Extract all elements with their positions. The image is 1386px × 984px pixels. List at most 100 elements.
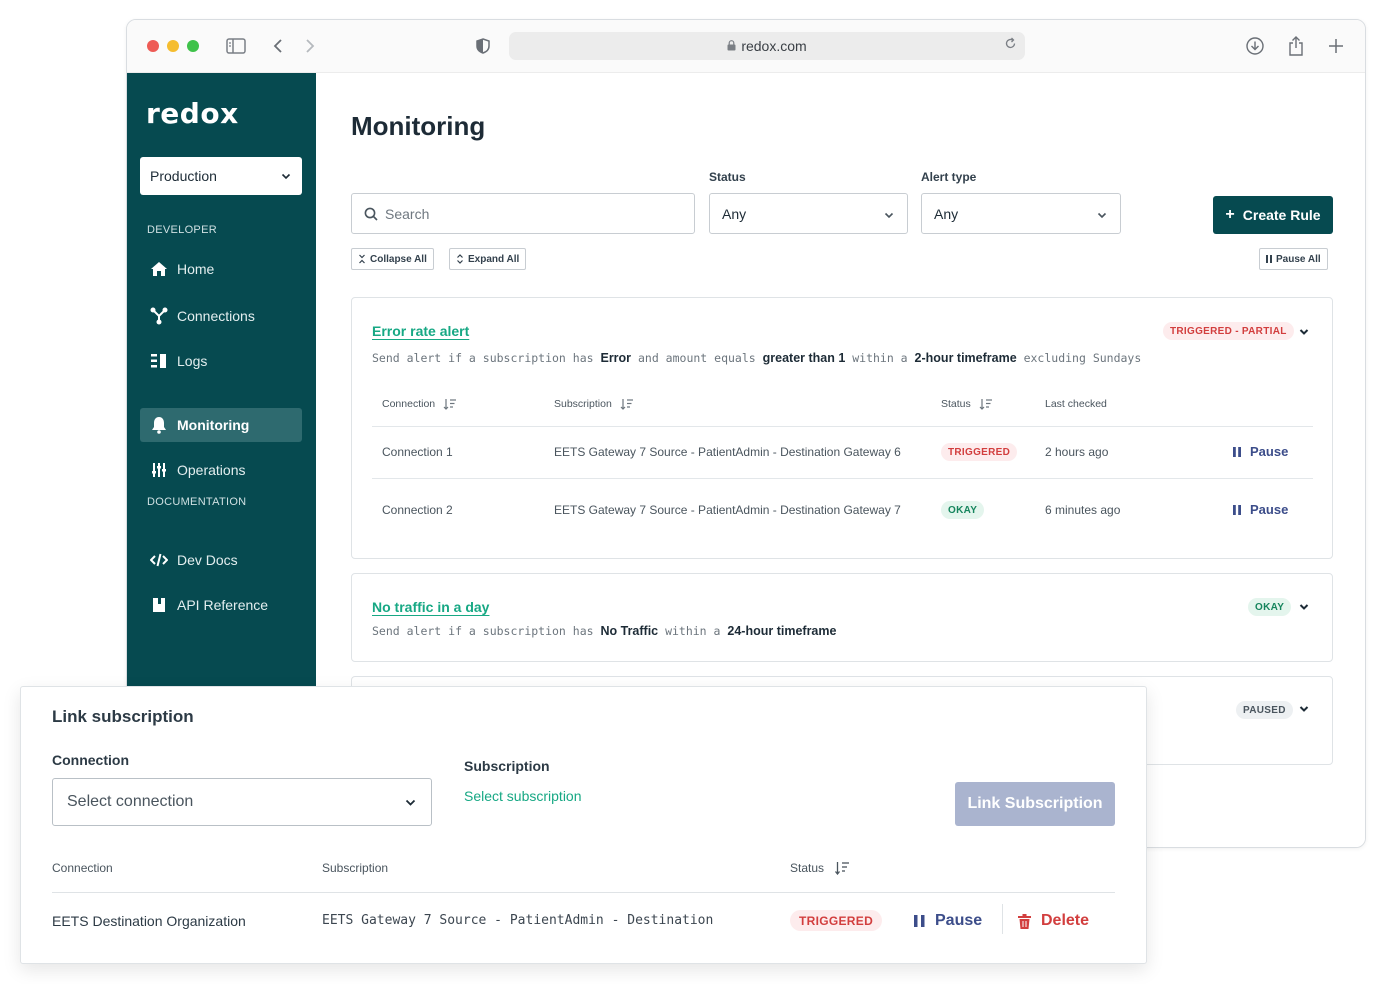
row-connection: Connection 1	[382, 445, 453, 459]
collapse-all-button[interactable]: Collapse All	[351, 248, 434, 270]
expand-icon	[456, 254, 464, 264]
status-filter-label: Status	[709, 170, 746, 184]
connection-select-placeholder: Select connection	[67, 793, 194, 810]
sidebar-item-label: Home	[177, 261, 215, 277]
chevron-down-icon	[280, 169, 292, 185]
pause-icon	[914, 915, 925, 927]
code-icon	[150, 551, 168, 569]
connections-icon	[150, 307, 168, 325]
pause-all-label: Pause All	[1276, 253, 1321, 265]
expand-all-button[interactable]: Expand All	[449, 248, 527, 270]
alert-type-filter-label: Alert type	[921, 170, 977, 184]
status-filter-select[interactable]: Any	[709, 193, 908, 234]
table-divider	[372, 478, 1313, 479]
status-badge: OKAY	[1248, 598, 1292, 616]
plus-icon: +	[1225, 206, 1235, 223]
link-subscription-panel: Link subscription Connection Select conn…	[20, 686, 1147, 964]
close-window-button[interactable]	[147, 40, 159, 52]
address-bar[interactable]: redox.com	[509, 32, 1025, 60]
chevron-down-icon	[1096, 208, 1108, 224]
chevron-down-icon[interactable]	[1298, 325, 1310, 343]
back-icon[interactable]	[270, 34, 286, 58]
sidebar-item-label: API Reference	[177, 597, 269, 613]
alert-type-filter-select[interactable]: Any	[921, 193, 1121, 234]
reload-icon[interactable]	[1004, 37, 1017, 53]
connection-select[interactable]: Select connection	[52, 778, 432, 826]
status-filter-value: Any	[722, 205, 747, 222]
sidebar-item-home[interactable]: Home	[140, 252, 302, 286]
download-icon[interactable]	[1245, 34, 1265, 58]
expand-all-label: Expand All	[468, 253, 520, 265]
sidebar-item-logs[interactable]: Logs	[140, 344, 302, 378]
pause-button[interactable]: Pause	[914, 912, 982, 930]
status-badge: TRIGGERED	[941, 443, 1018, 461]
link-subscription-button[interactable]: Link Subscription	[955, 782, 1115, 826]
sidebar-item-label: Operations	[177, 462, 246, 478]
row-subscription: EETS Gateway 7 Source - PatientAdmin - D…	[554, 503, 901, 517]
panel-title: Link subscription	[52, 707, 194, 726]
pause-button[interactable]: Pause	[1233, 444, 1288, 459]
sort-icon	[443, 398, 457, 410]
chevron-down-icon[interactable]	[1298, 702, 1310, 720]
subscription-field-label: Subscription	[464, 758, 550, 774]
logs-icon	[150, 352, 168, 370]
create-rule-label: Create Rule	[1242, 207, 1321, 223]
select-subscription-link[interactable]: Select subscription	[464, 788, 582, 804]
column-header-status[interactable]: Status	[941, 398, 993, 410]
sidebar-toggle-icon[interactable]	[225, 34, 247, 58]
pause-icon	[1233, 504, 1241, 515]
collapse-icon	[358, 254, 366, 264]
rule-title[interactable]: No traffic in a day	[372, 599, 489, 615]
column-header-subscription[interactable]: Subscription	[554, 398, 634, 410]
bell-icon	[150, 416, 168, 434]
home-icon	[150, 260, 168, 278]
documentation-section-label: DOCUMENTATION	[147, 496, 247, 508]
redox-logo[interactable]: redox	[146, 97, 239, 130]
sidebar-item-monitoring[interactable]: Monitoring	[140, 408, 302, 442]
new-tab-icon[interactable]	[1327, 34, 1345, 58]
sidebar-item-dev-docs[interactable]: Dev Docs	[140, 543, 302, 577]
sidebar-item-connections[interactable]: Connections	[140, 299, 302, 333]
sidebar-item-operations[interactable]: Operations	[140, 453, 302, 487]
connection-field-label: Connection	[52, 752, 129, 768]
row-connection: EETS Destination Organization	[52, 913, 246, 929]
search-input[interactable]: Search	[351, 193, 695, 234]
share-icon[interactable]	[1287, 34, 1305, 58]
column-header-connection: Connection	[52, 861, 113, 875]
status-badge: OKAY	[941, 501, 985, 519]
browser-toolbar: redox.com	[127, 20, 1365, 73]
sidebar-item-label: Logs	[177, 353, 208, 369]
url-text: redox.com	[741, 38, 807, 54]
row-subscription: EETS Gateway 7 Source - PatientAdmin - D…	[554, 445, 901, 459]
pause-icon	[1266, 255, 1272, 263]
lock-icon	[727, 38, 736, 54]
pause-button[interactable]: Pause	[1233, 502, 1288, 517]
shield-icon[interactable]	[474, 34, 492, 58]
pause-icon	[1233, 446, 1241, 457]
environment-value: Production	[150, 168, 217, 184]
chevron-down-icon[interactable]	[1298, 600, 1310, 618]
column-header-subscription: Subscription	[322, 861, 389, 875]
maximize-window-button[interactable]	[187, 40, 199, 52]
forward-icon[interactable]	[302, 34, 318, 58]
delete-button[interactable]: Delete	[1018, 912, 1089, 930]
create-rule-button[interactable]: + Create Rule	[1213, 196, 1333, 234]
status-badge: TRIGGERED	[790, 910, 883, 931]
rule-card-error-rate: Error rate alert TRIGGERED - PARTIAL Sen…	[351, 297, 1333, 559]
sort-icon	[620, 398, 634, 410]
sidebar-item-api-reference[interactable]: API Reference	[140, 588, 302, 622]
environment-select[interactable]: Production	[140, 157, 302, 195]
trash-icon	[1018, 913, 1031, 929]
pause-all-button[interactable]: Pause All	[1259, 248, 1328, 270]
rule-title[interactable]: Error rate alert	[372, 323, 469, 339]
rule-description: Send alert if a subscription has No Traf…	[372, 624, 837, 638]
minimize-window-button[interactable]	[167, 40, 179, 52]
status-badge: PAUSED	[1236, 701, 1293, 719]
sidebar-item-label: Connections	[177, 308, 255, 324]
sidebar-item-label: Dev Docs	[177, 552, 238, 568]
action-divider	[1002, 904, 1003, 934]
search-placeholder: Search	[385, 205, 430, 222]
column-header-status[interactable]: Status	[790, 861, 850, 875]
rule-card-no-traffic: No traffic in a day OKAY Send alert if a…	[351, 573, 1333, 662]
column-header-connection[interactable]: Connection	[382, 398, 457, 410]
